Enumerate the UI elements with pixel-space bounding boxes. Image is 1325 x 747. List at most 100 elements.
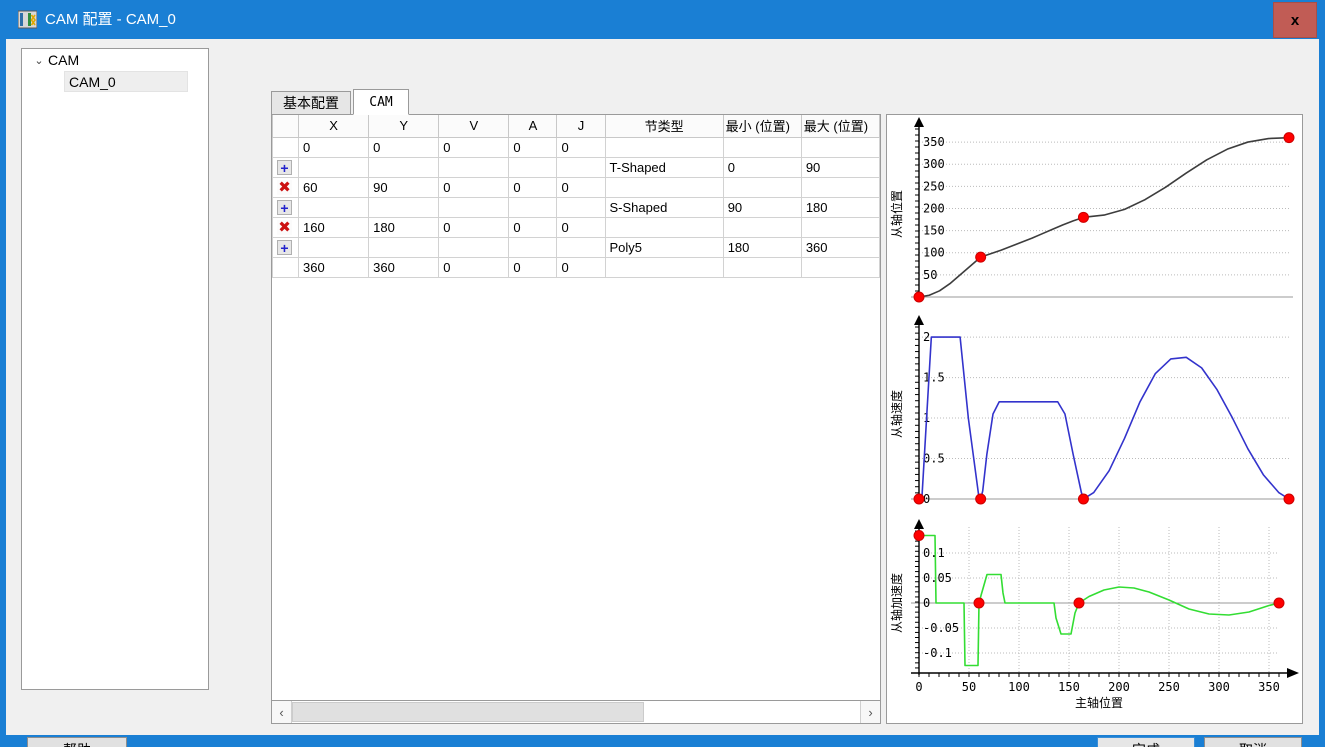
- cell-segment-type[interactable]: Poly5: [605, 237, 723, 257]
- delete-row-icon[interactable]: ✖: [273, 217, 299, 237]
- svg-text:0.1: 0.1: [923, 546, 945, 560]
- cell-x[interactable]: [299, 157, 369, 177]
- cell-max-position[interactable]: 180: [801, 197, 879, 217]
- cell-a[interactable]: 0: [509, 217, 557, 237]
- delete-row-icon[interactable]: ✖: [273, 177, 299, 197]
- cross-icon[interactable]: ✖: [277, 220, 292, 235]
- cell-min-position[interactable]: [723, 257, 801, 277]
- cancel-button[interactable]: 取消: [1204, 737, 1302, 747]
- cell-segment-type[interactable]: [605, 217, 723, 237]
- table-row[interactable]: 00000: [273, 137, 880, 157]
- table-row[interactable]: 360360000: [273, 257, 880, 277]
- add-row-icon[interactable]: +: [273, 157, 299, 177]
- tree-item-cam-0[interactable]: CAM_0: [64, 71, 188, 92]
- cell-j[interactable]: 0: [557, 217, 605, 237]
- cell-a[interactable]: 0: [509, 177, 557, 197]
- cell-v[interactable]: 0: [439, 137, 509, 157]
- cell-a[interactable]: 0: [509, 257, 557, 277]
- cell-y[interactable]: [369, 237, 439, 257]
- col-header-j[interactable]: J: [557, 115, 605, 137]
- scroll-right-button[interactable]: ›: [860, 701, 880, 723]
- cell-v[interactable]: 0: [439, 257, 509, 277]
- table-row[interactable]: + S-Shaped90180: [273, 197, 880, 217]
- col-header-min-position[interactable]: 最小 (位置): [723, 115, 801, 137]
- add-row-icon[interactable]: +: [273, 197, 299, 217]
- col-header-max-position[interactable]: 最大 (位置): [801, 115, 879, 137]
- cell-v[interactable]: 0: [439, 217, 509, 237]
- finish-button[interactable]: 完成: [1097, 737, 1195, 747]
- cell-segment-type[interactable]: [605, 137, 723, 157]
- tab-cam[interactable]: CAM: [353, 89, 409, 115]
- table-row[interactable]: + Poly5180360: [273, 237, 880, 257]
- plus-icon[interactable]: +: [277, 200, 292, 215]
- chevron-down-icon[interactable]: ⌄: [30, 50, 48, 72]
- col-header-a[interactable]: A: [509, 115, 557, 137]
- cell-x[interactable]: [299, 237, 369, 257]
- close-button[interactable]: x: [1273, 2, 1317, 38]
- cell-max-position[interactable]: 360: [801, 237, 879, 257]
- cam-config-icon: [18, 10, 37, 29]
- cell-y[interactable]: 360: [369, 257, 439, 277]
- cell-v[interactable]: 0: [439, 177, 509, 197]
- cell-min-position[interactable]: [723, 177, 801, 197]
- cell-max-position[interactable]: [801, 177, 879, 197]
- tree-item-cam[interactable]: ⌄CAM: [22, 49, 208, 71]
- plus-icon[interactable]: +: [277, 240, 292, 255]
- help-button[interactable]: 帮助: [27, 737, 127, 747]
- cell-x[interactable]: 360: [299, 257, 369, 277]
- cell-max-position[interactable]: [801, 137, 879, 157]
- cell-v[interactable]: [439, 157, 509, 177]
- scrollbar-track[interactable]: [292, 701, 860, 723]
- tab-basic-config[interactable]: 基本配置: [271, 91, 351, 115]
- cell-j[interactable]: [557, 157, 605, 177]
- cell-y[interactable]: [369, 197, 439, 217]
- table-row[interactable]: ✖6090000: [273, 177, 880, 197]
- col-header-icon[interactable]: [273, 115, 299, 137]
- cell-y[interactable]: [369, 157, 439, 177]
- cell-a[interactable]: [509, 237, 557, 257]
- cell-x[interactable]: 60: [299, 177, 369, 197]
- cell-j[interactable]: 0: [557, 177, 605, 197]
- plus-icon[interactable]: +: [277, 160, 292, 175]
- cell-j[interactable]: [557, 197, 605, 217]
- cell-min-position[interactable]: 0: [723, 157, 801, 177]
- cell-min-position[interactable]: [723, 217, 801, 237]
- svg-text:-0.05: -0.05: [923, 621, 959, 635]
- cell-segment-type[interactable]: [605, 257, 723, 277]
- col-header-v[interactable]: V: [439, 115, 509, 137]
- cross-icon[interactable]: ✖: [277, 180, 292, 195]
- table-horizontal-scrollbar[interactable]: ‹ ›: [271, 700, 881, 724]
- cell-y[interactable]: 0: [369, 137, 439, 157]
- cell-segment-type[interactable]: S-Shaped: [605, 197, 723, 217]
- cell-max-position[interactable]: [801, 257, 879, 277]
- scroll-left-button[interactable]: ‹: [272, 701, 292, 723]
- cell-j[interactable]: 0: [557, 137, 605, 157]
- col-header-x[interactable]: X: [299, 115, 369, 137]
- cell-v[interactable]: [439, 197, 509, 217]
- cell-min-position[interactable]: 180: [723, 237, 801, 257]
- col-header-segment-type[interactable]: 节类型: [605, 115, 723, 137]
- scrollbar-thumb[interactable]: [292, 702, 644, 722]
- cell-j[interactable]: 0: [557, 257, 605, 277]
- cell-x[interactable]: 160: [299, 217, 369, 237]
- table-row[interactable]: ✖160180000: [273, 217, 880, 237]
- cell-a[interactable]: [509, 197, 557, 217]
- cell-max-position[interactable]: [801, 217, 879, 237]
- svg-text:从轴速度: 从轴速度: [889, 390, 904, 438]
- cell-y[interactable]: 180: [369, 217, 439, 237]
- cell-a[interactable]: 0: [509, 137, 557, 157]
- cell-v[interactable]: [439, 237, 509, 257]
- cell-segment-type[interactable]: [605, 177, 723, 197]
- col-header-y[interactable]: Y: [369, 115, 439, 137]
- table-row[interactable]: + T-Shaped090: [273, 157, 880, 177]
- cell-y[interactable]: 90: [369, 177, 439, 197]
- cell-x[interactable]: 0: [299, 137, 369, 157]
- cell-min-position[interactable]: [723, 137, 801, 157]
- cell-min-position[interactable]: 90: [723, 197, 801, 217]
- cell-x[interactable]: [299, 197, 369, 217]
- cell-segment-type[interactable]: T-Shaped: [605, 157, 723, 177]
- cell-max-position[interactable]: 90: [801, 157, 879, 177]
- cell-j[interactable]: [557, 237, 605, 257]
- add-row-icon[interactable]: +: [273, 237, 299, 257]
- cell-a[interactable]: [509, 157, 557, 177]
